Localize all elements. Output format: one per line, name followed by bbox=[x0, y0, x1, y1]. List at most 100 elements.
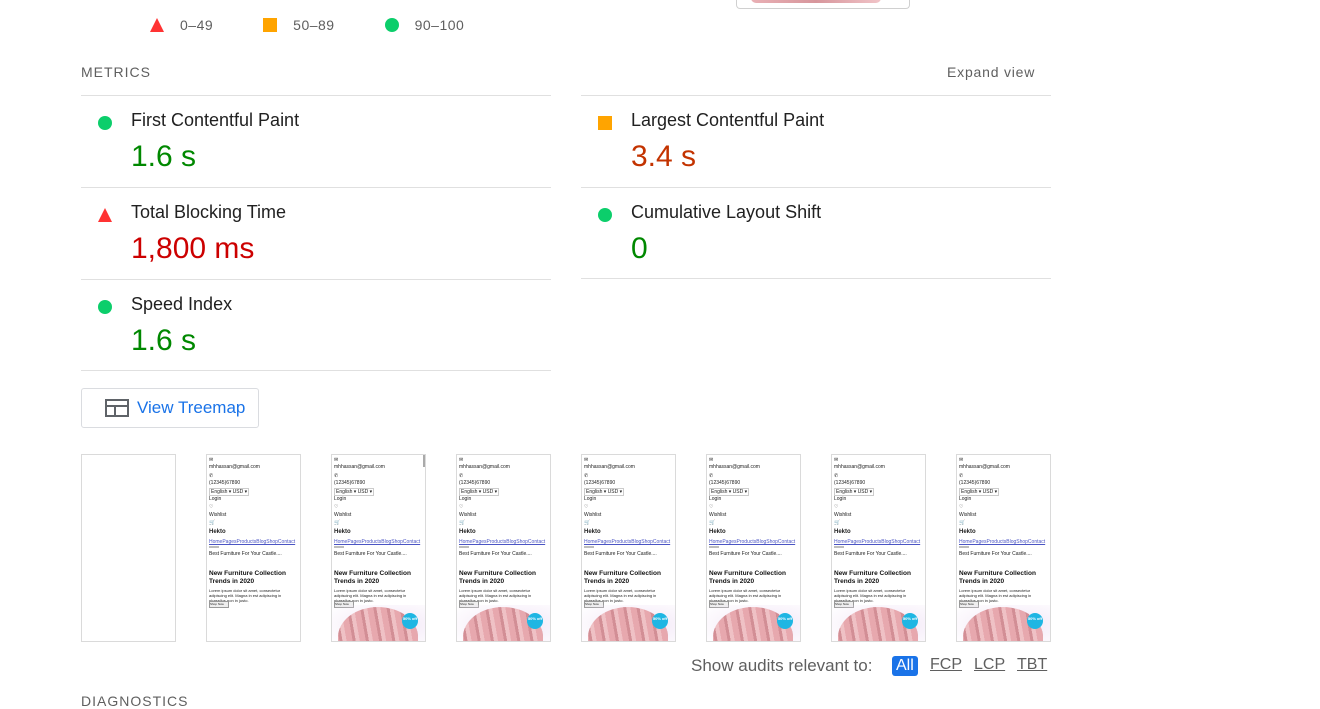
filmstrip-frame[interactable]: ✉ mhhassan@gmail.com ✆ (12345)67890 Engl… bbox=[581, 454, 676, 642]
frame-badge: 50% off bbox=[902, 613, 918, 629]
frame-brand: Hekto bbox=[834, 529, 851, 535]
frame-element: ✆ bbox=[209, 473, 214, 479]
frame-brand: Hekto bbox=[459, 529, 476, 535]
frame-wishlist: Wishlist bbox=[459, 512, 477, 518]
frame-badge: 50% off bbox=[402, 613, 418, 629]
frame-language: English ▾ USD ▾ bbox=[834, 488, 875, 496]
legend-item-fail: 0–49 bbox=[150, 17, 213, 33]
frame-text: ✉ bbox=[334, 457, 339, 463]
frame-login: Login bbox=[834, 496, 847, 502]
final-screenshot-thumbnail[interactable] bbox=[736, 0, 910, 9]
frame-nav: HomePagesProductsBlogShopContact bbox=[709, 539, 796, 545]
filter-lcp[interactable]: LCP bbox=[974, 656, 1005, 674]
frame-tagline: Best Furniture For Your Castle.... bbox=[334, 551, 407, 557]
frame-element: 🛒 bbox=[459, 520, 466, 526]
legend-item-pass: 90–100 bbox=[384, 17, 465, 33]
frame-text: ✉ bbox=[959, 457, 964, 463]
frame-wishlist: Wishlist bbox=[959, 512, 977, 518]
frame-tagline: Best Furniture For Your Castle.... bbox=[209, 551, 282, 557]
metric-value: 0 bbox=[631, 232, 648, 265]
frame-text: ✉ bbox=[709, 457, 714, 463]
metric-cumulative-layout-shift: Cumulative Layout Shift 0 bbox=[581, 187, 1051, 279]
frame-tagline: Best Furniture For Your Castle.... bbox=[459, 551, 532, 557]
filter-tbt[interactable]: TBT bbox=[1017, 656, 1047, 674]
frame-nav: HomePagesProductsBlogShopContact bbox=[959, 539, 1046, 545]
frame-shop-button: Shop Now bbox=[209, 601, 229, 608]
metric-name: Total Blocking Time bbox=[131, 202, 287, 222]
frame-email: mhhassan@gmail.com bbox=[834, 464, 885, 470]
frame-nav: HomePagesProductsBlogShopContact bbox=[584, 539, 671, 545]
frame-brand: Hekto bbox=[334, 529, 351, 535]
frame-text: ✉ bbox=[584, 457, 589, 463]
frame-element bbox=[334, 546, 344, 548]
frame-phone: (12345)67890 bbox=[459, 480, 491, 486]
frame-element: 🛒 bbox=[959, 520, 966, 526]
frame-nav: HomePagesProductsBlogShopContact bbox=[834, 539, 921, 545]
frame-phone: (12345)67890 bbox=[584, 480, 616, 486]
filmstrip-frame[interactable]: ✉ mhhassan@gmail.com ✆ (12345)67890 Engl… bbox=[956, 454, 1051, 642]
frame-element: ♡ bbox=[834, 504, 839, 510]
metric-value: 1.6 s bbox=[131, 324, 197, 357]
filter-all[interactable]: All bbox=[892, 656, 918, 676]
metric-name: First Contentful Paint bbox=[131, 110, 300, 130]
view-treemap-button[interactable]: View Treemap bbox=[81, 388, 259, 428]
metric-total-blocking-time: Total Blocking Time 1,800 ms bbox=[81, 187, 551, 279]
filmstrip-frame[interactable] bbox=[81, 454, 176, 642]
frame-tagline: Best Furniture For Your Castle.... bbox=[584, 551, 657, 557]
expand-view-toggle[interactable]: Expand view bbox=[947, 64, 1035, 80]
frame-element: ✆ bbox=[584, 473, 589, 479]
frame-element: ♡ bbox=[334, 504, 339, 510]
frame-phone: (12345)67890 bbox=[209, 480, 241, 486]
frame-element: ✆ bbox=[834, 473, 839, 479]
frame-element bbox=[584, 546, 594, 548]
metric-value: 3.4 s bbox=[631, 140, 697, 173]
frame-login: Login bbox=[959, 496, 972, 502]
metric-name: Cumulative Layout Shift bbox=[631, 202, 822, 222]
frame-phone: (12345)67890 bbox=[334, 480, 366, 486]
frame-language: English ▾ USD ▾ bbox=[334, 488, 375, 496]
frame-element: ✆ bbox=[709, 473, 714, 479]
frame-element: ✆ bbox=[334, 473, 339, 479]
frame-headline: New Furniture Collection Trends in 2020 bbox=[834, 570, 911, 585]
frame-element bbox=[709, 546, 719, 548]
frame-wishlist: Wishlist bbox=[334, 512, 352, 518]
frame-email: mhhassan@gmail.com bbox=[334, 464, 385, 470]
frame-login: Login bbox=[584, 496, 597, 502]
circle-icon bbox=[598, 208, 612, 222]
frame-element bbox=[209, 546, 219, 548]
frame-email: mhhassan@gmail.com bbox=[459, 464, 510, 470]
frame-headline: New Furniture Collection Trends in 2020 bbox=[209, 570, 286, 585]
frame-element: 🛒 bbox=[334, 520, 341, 526]
metric-value: 1,800 ms bbox=[131, 232, 255, 265]
frame-element bbox=[959, 546, 969, 548]
frame-phone: (12345)67890 bbox=[959, 480, 991, 486]
filmstrip-frame[interactable]: ✉ mhhassan@gmail.com ✆ (12345)67890 Engl… bbox=[206, 454, 301, 642]
metric-name: Largest Contentful Paint bbox=[631, 110, 825, 130]
filmstrip-frame[interactable]: ✉ mhhassan@gmail.com ✆ (12345)67890 Engl… bbox=[706, 454, 801, 642]
frame-element bbox=[459, 546, 469, 548]
metric-first-contentful-paint: First Contentful Paint 1.6 s bbox=[81, 95, 551, 187]
circle-icon bbox=[384, 18, 399, 32]
frame-login: Login bbox=[459, 496, 472, 502]
metric-value: 1.6 s bbox=[131, 140, 197, 173]
frame-element: ✆ bbox=[959, 473, 964, 479]
frame-wishlist: Wishlist bbox=[709, 512, 727, 518]
metric-name: Speed Index bbox=[131, 294, 233, 314]
filter-fcp[interactable]: FCP bbox=[930, 656, 962, 674]
frame-email: mhhassan@gmail.com bbox=[584, 464, 635, 470]
diagnostics-title: DIAGNOSTICS bbox=[81, 693, 189, 709]
frame-nav: HomePagesProductsBlogShopContact bbox=[334, 539, 421, 545]
frame-headline: New Furniture Collection Trends in 2020 bbox=[959, 570, 1036, 585]
filmstrip-frame[interactable]: ✉ mhhassan@gmail.com ✆ (12345)67890 Engl… bbox=[331, 454, 426, 642]
circle-icon bbox=[98, 300, 112, 314]
legend-label: 0–49 bbox=[180, 17, 214, 33]
frame-text: ✉ bbox=[834, 457, 839, 463]
filmstrip-frame[interactable]: ✉ mhhassan@gmail.com ✆ (12345)67890 Engl… bbox=[456, 454, 551, 642]
audit-filter-label: Show audits relevant to: bbox=[691, 656, 873, 675]
frame-language: English ▾ USD ▾ bbox=[459, 488, 500, 496]
frame-brand: Hekto bbox=[959, 529, 976, 535]
frame-tagline: Best Furniture For Your Castle.... bbox=[834, 551, 907, 557]
metric-speed-index: Speed Index 1.6 s bbox=[81, 279, 551, 371]
frame-brand: Hekto bbox=[709, 529, 726, 535]
filmstrip-frame[interactable]: ✉ mhhassan@gmail.com ✆ (12345)67890 Engl… bbox=[831, 454, 926, 642]
